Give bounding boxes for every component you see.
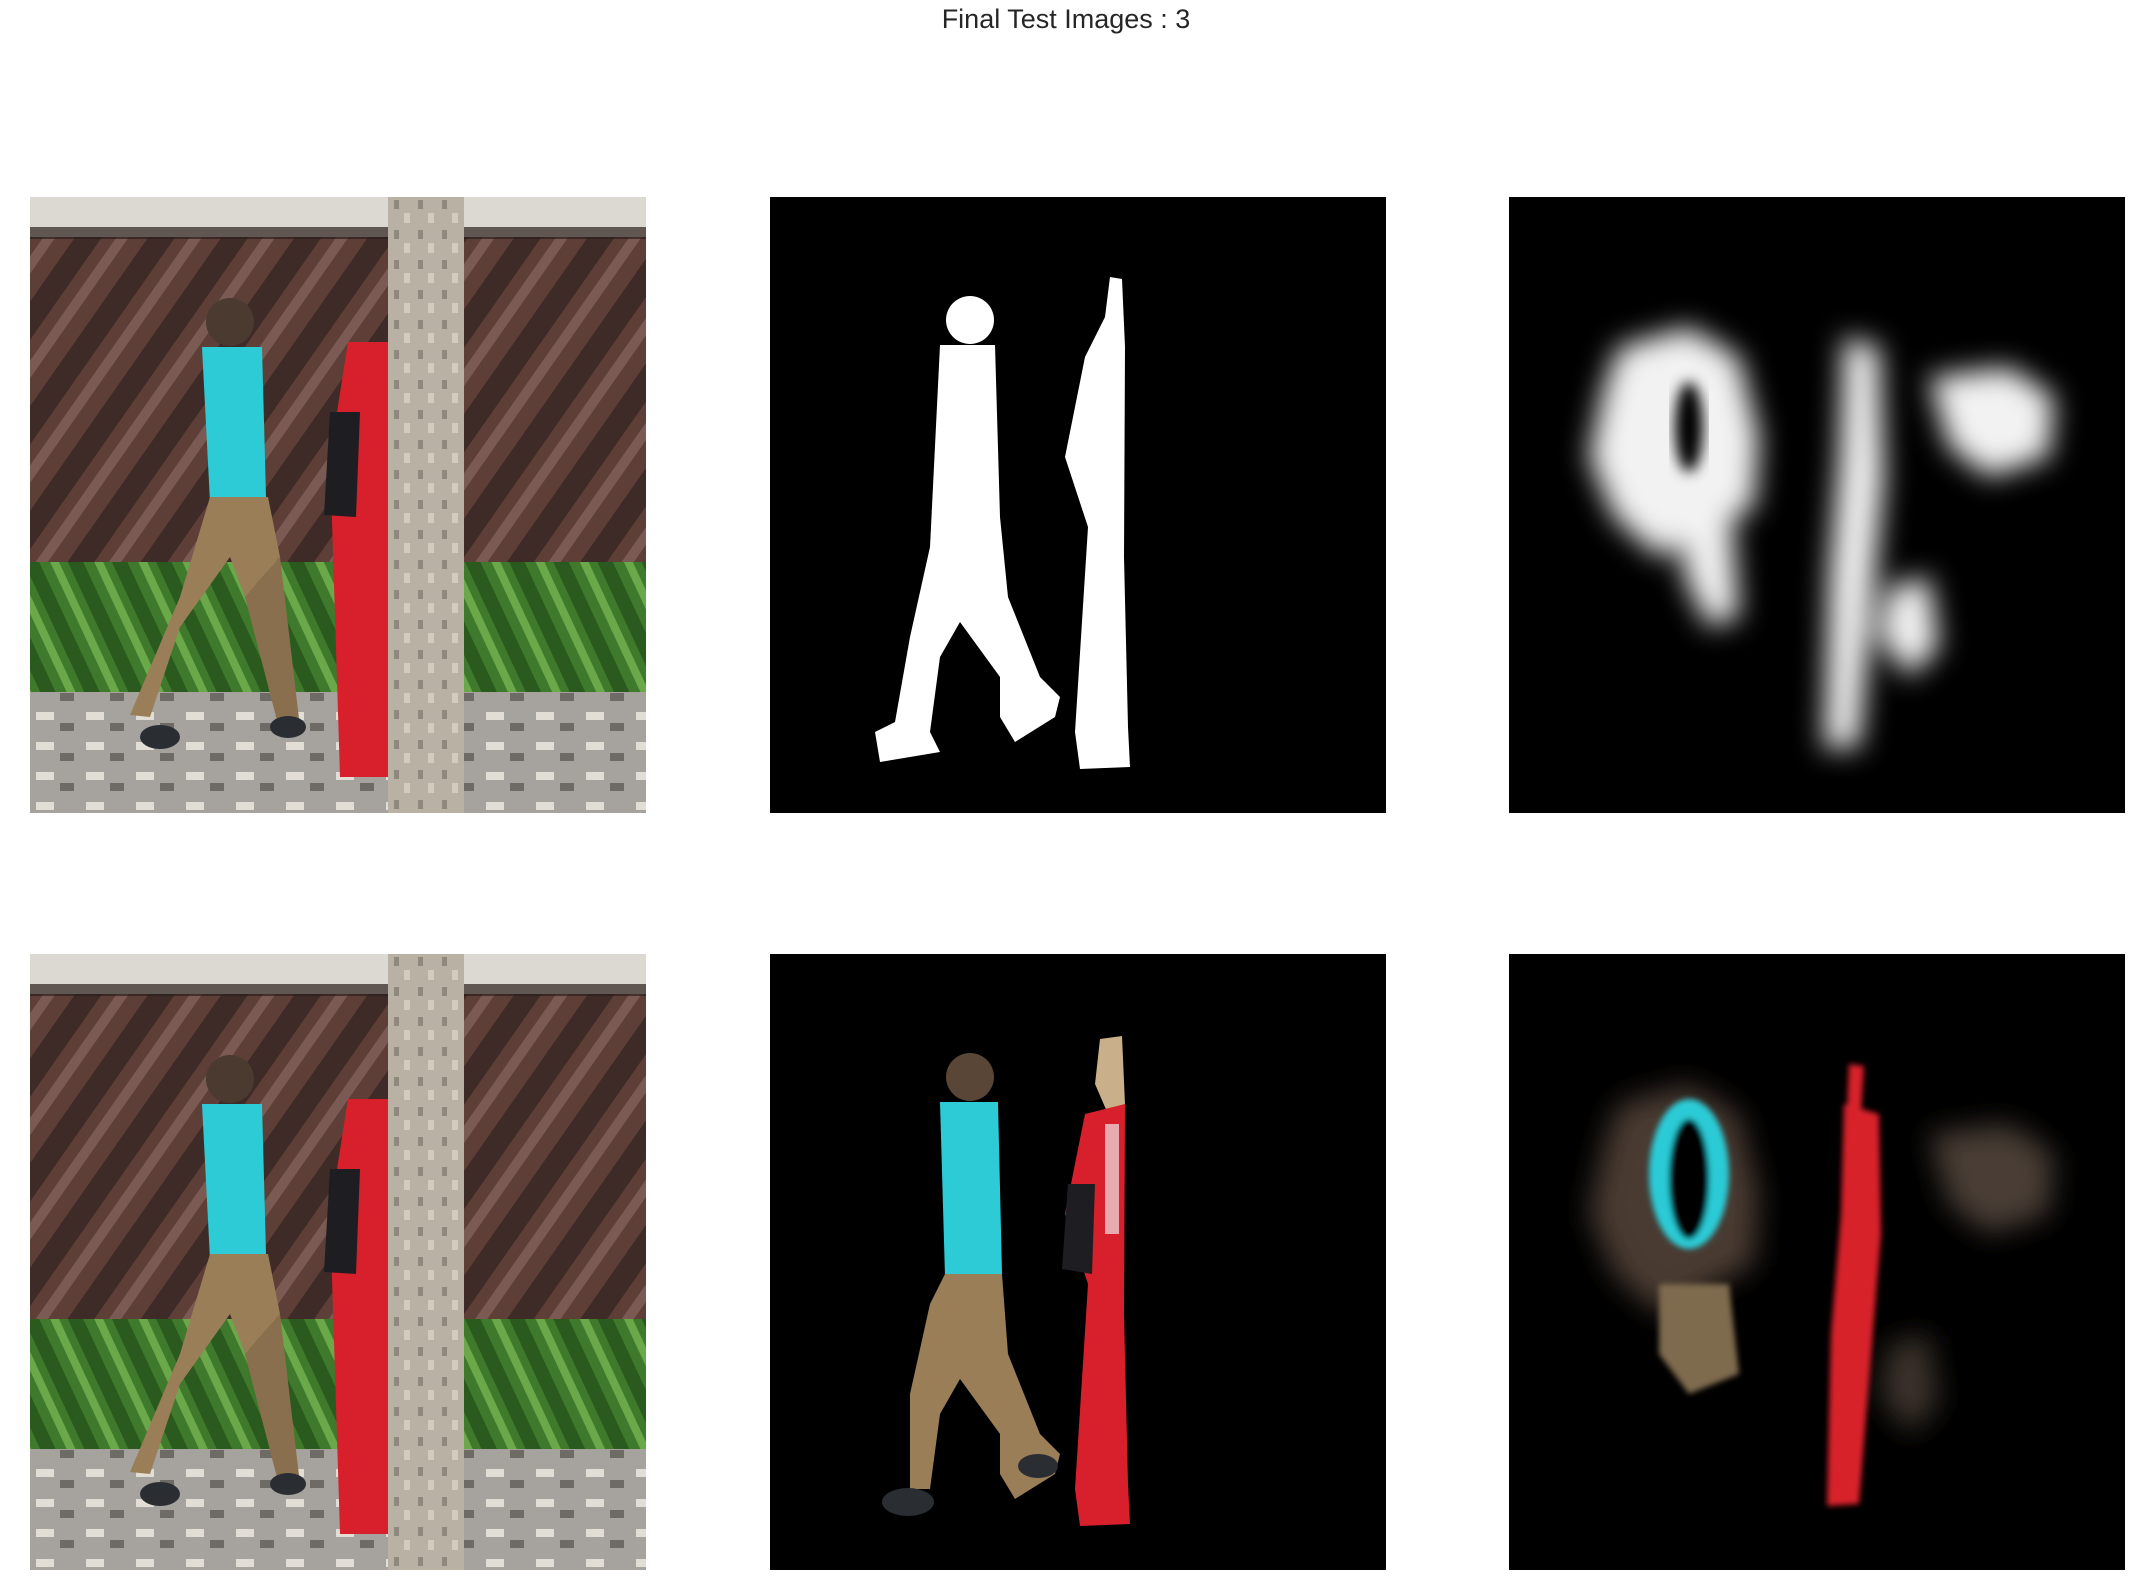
figure-title: Final Test Images : 3: [941, 4, 1191, 34]
predicted-segmentation: [1509, 954, 2125, 1570]
predicted-segmentation-panel: [1509, 954, 2125, 1570]
original-photo-panel: [30, 197, 646, 813]
tree-trunk: [388, 197, 464, 813]
ground-truth-mask-panel: [770, 197, 1386, 813]
original-photo-panel: [30, 954, 646, 1570]
predicted-mask-panel: [1509, 197, 2125, 813]
predicted-mask: [1509, 197, 2125, 813]
tree-trunk: [388, 954, 464, 1570]
original-photo: [30, 197, 646, 813]
ground-truth-mask: [770, 197, 1386, 813]
ground-truth-segmentation: [770, 954, 1386, 1570]
original-photo: [30, 954, 646, 1570]
ground-truth-segmentation-panel: [770, 954, 1386, 1570]
